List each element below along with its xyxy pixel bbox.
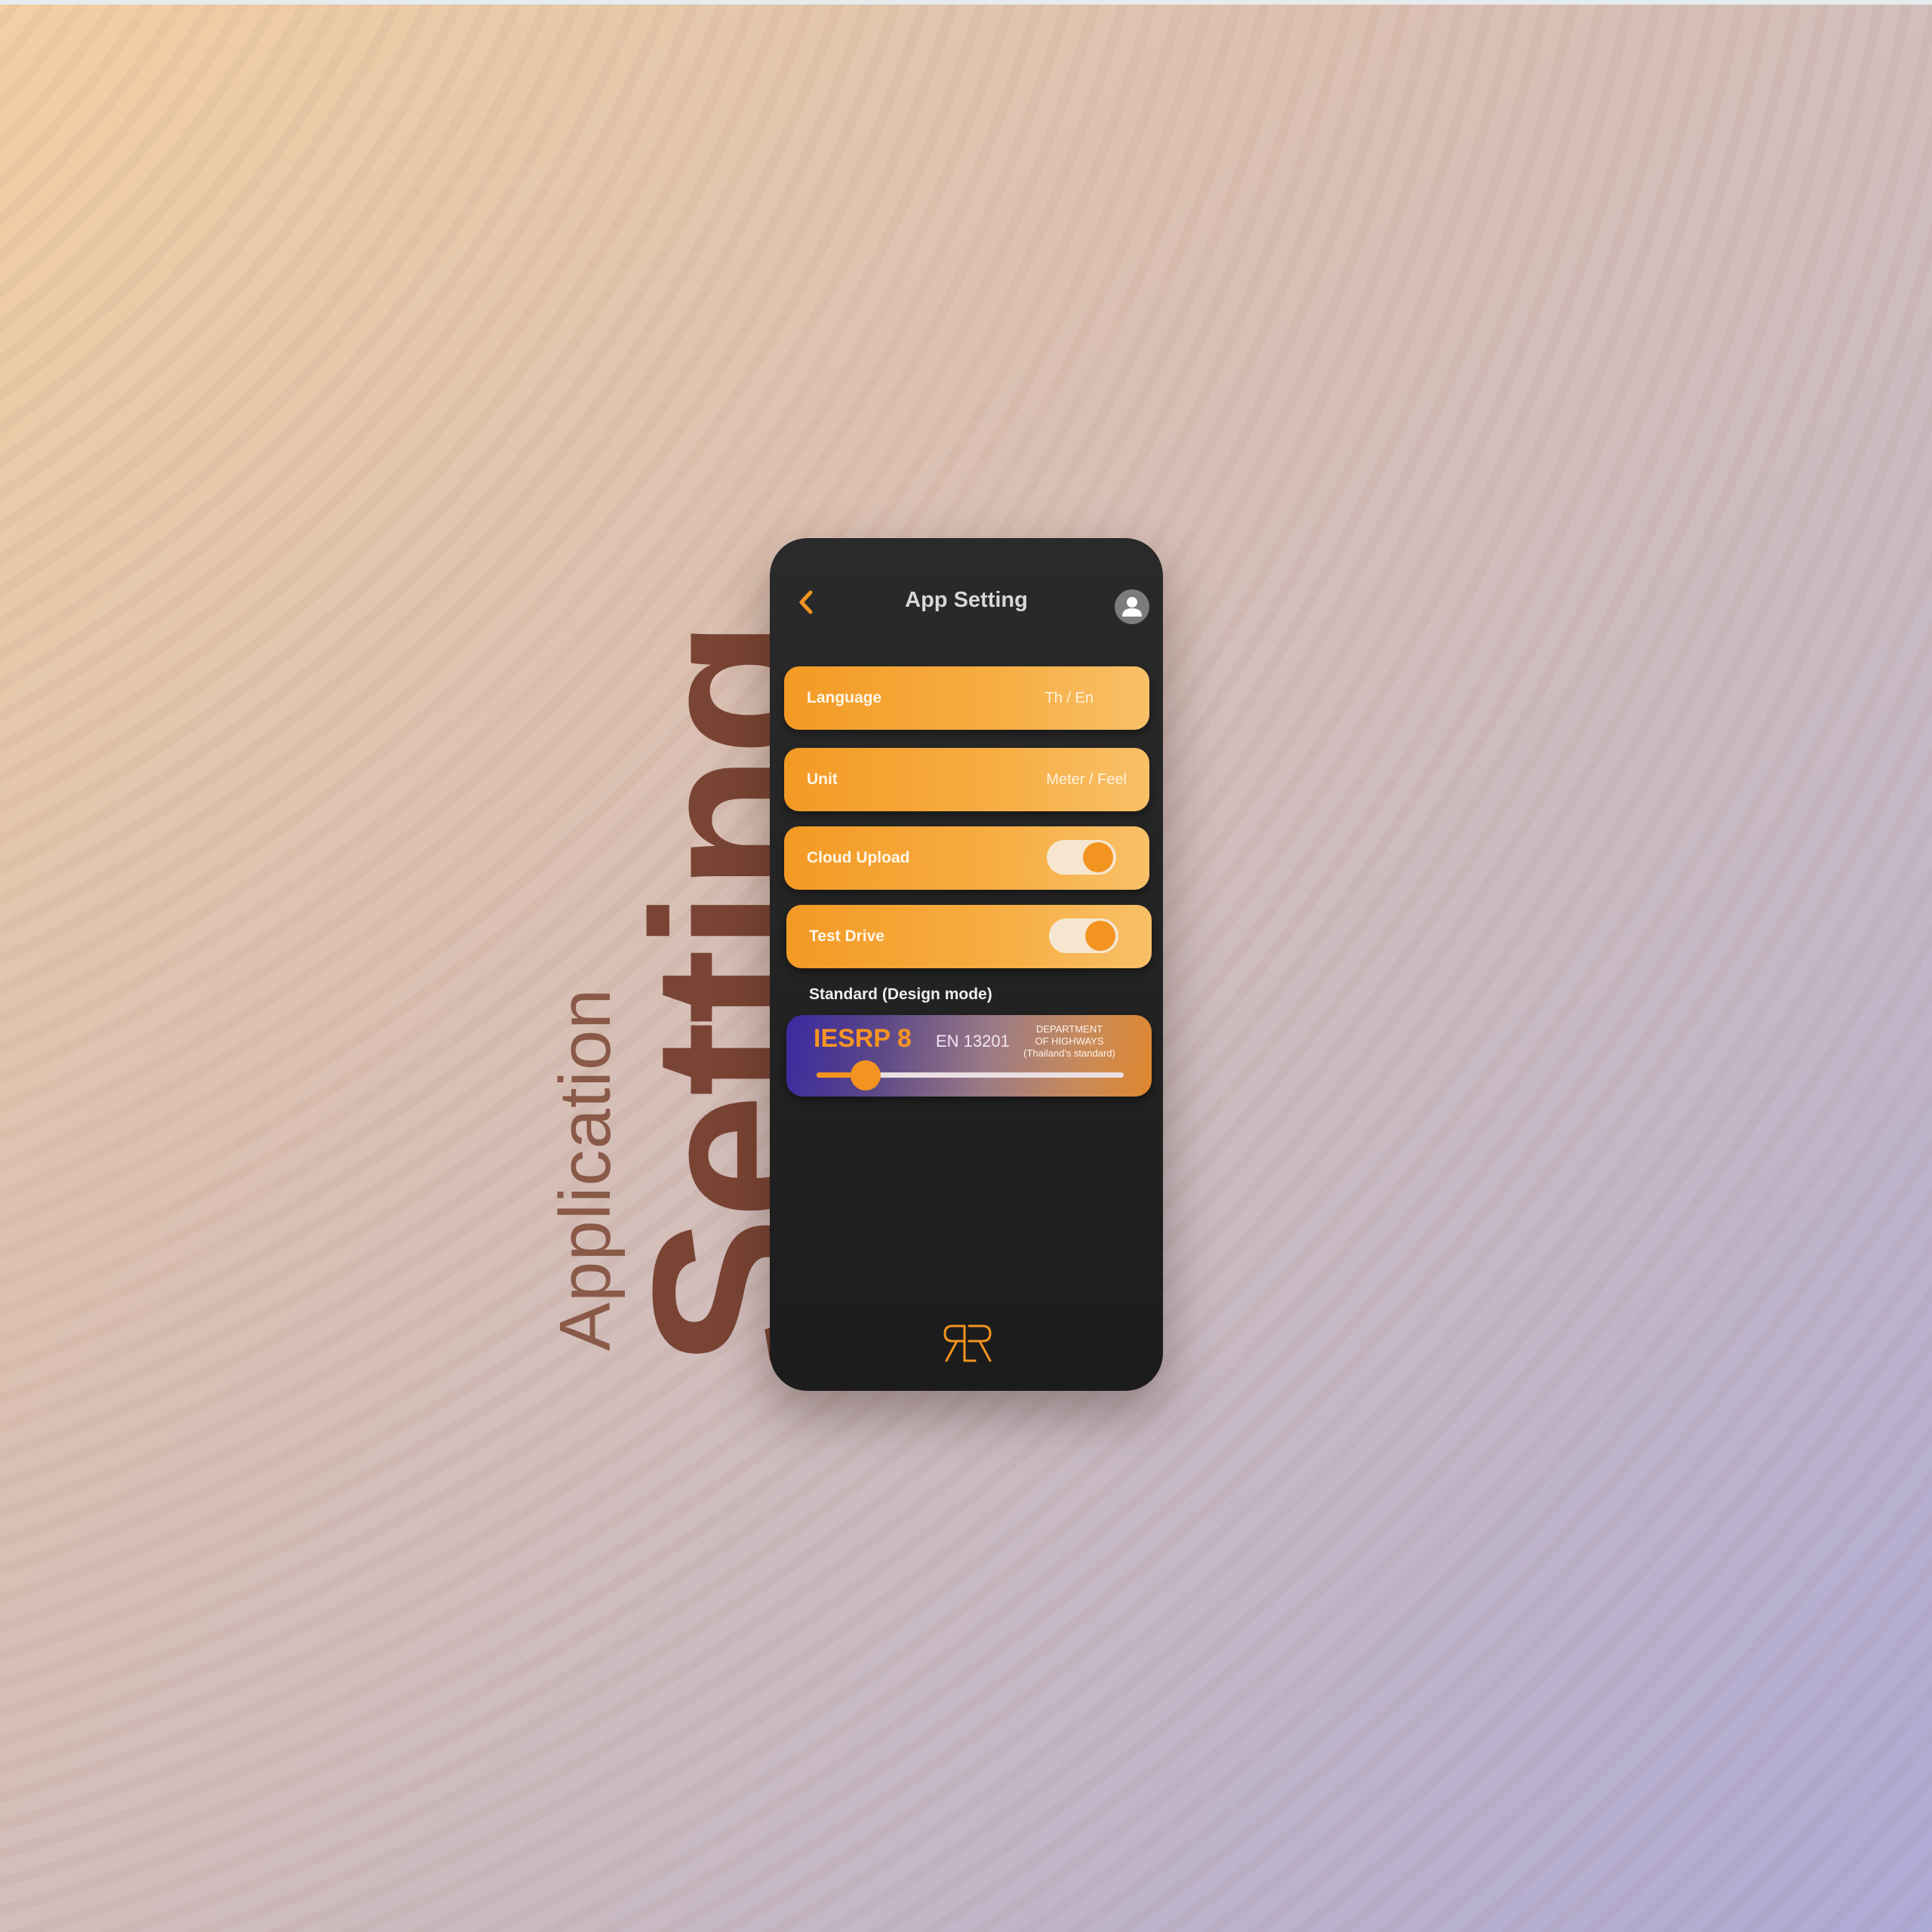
test-drive-label: Test Drive xyxy=(809,928,884,945)
avatar[interactable] xyxy=(1115,589,1149,624)
language-setting-row[interactable]: Language Th / En xyxy=(784,666,1149,730)
cloud-upload-toggle[interactable] xyxy=(1047,840,1116,875)
rr-logo-icon xyxy=(942,1323,995,1365)
language-value: Th / En xyxy=(1044,690,1094,706)
top-border xyxy=(0,0,1932,5)
standard-section-label: Standard (Design mode) xyxy=(809,986,992,1003)
language-label: Language xyxy=(807,689,882,706)
test-drive-row: Test Drive xyxy=(786,905,1152,968)
unit-setting-row[interactable]: Unit Meter / Feel xyxy=(784,748,1149,811)
page-title: App Setting xyxy=(905,588,1028,612)
unit-label: Unit xyxy=(807,771,838,788)
unit-value: Meter / Feel xyxy=(1046,771,1127,788)
doh-line-3: (Thailand's standard) xyxy=(1023,1048,1115,1059)
doh-line-2: OF HIGHWAYS xyxy=(1035,1035,1104,1047)
doh-line-1: DEPARTMENT xyxy=(1035,1023,1103,1035)
toggle-knob xyxy=(1083,842,1113,872)
phone-screen: App Setting Language Th / En Unit Meter … xyxy=(770,538,1163,1391)
standard-option-en13201[interactable]: EN 13201 xyxy=(936,1032,1010,1051)
cloud-upload-row: Cloud Upload xyxy=(784,826,1149,890)
user-icon xyxy=(1122,597,1142,617)
standard-selector: IESRP 8 EN 13201 DEPARTMENT OF HIGHWAYS … xyxy=(786,1015,1152,1097)
cloud-upload-label: Cloud Upload xyxy=(807,849,910,866)
standard-option-iesrp8[interactable]: IESRP 8 xyxy=(814,1024,912,1054)
toggle-knob xyxy=(1085,921,1115,951)
test-drive-toggle[interactable] xyxy=(1049,918,1118,953)
standard-slider-knob[interactable] xyxy=(851,1060,881,1091)
standard-option-doh[interactable]: DEPARTMENT OF HIGHWAYS (Thailand's stand… xyxy=(1020,1023,1118,1060)
